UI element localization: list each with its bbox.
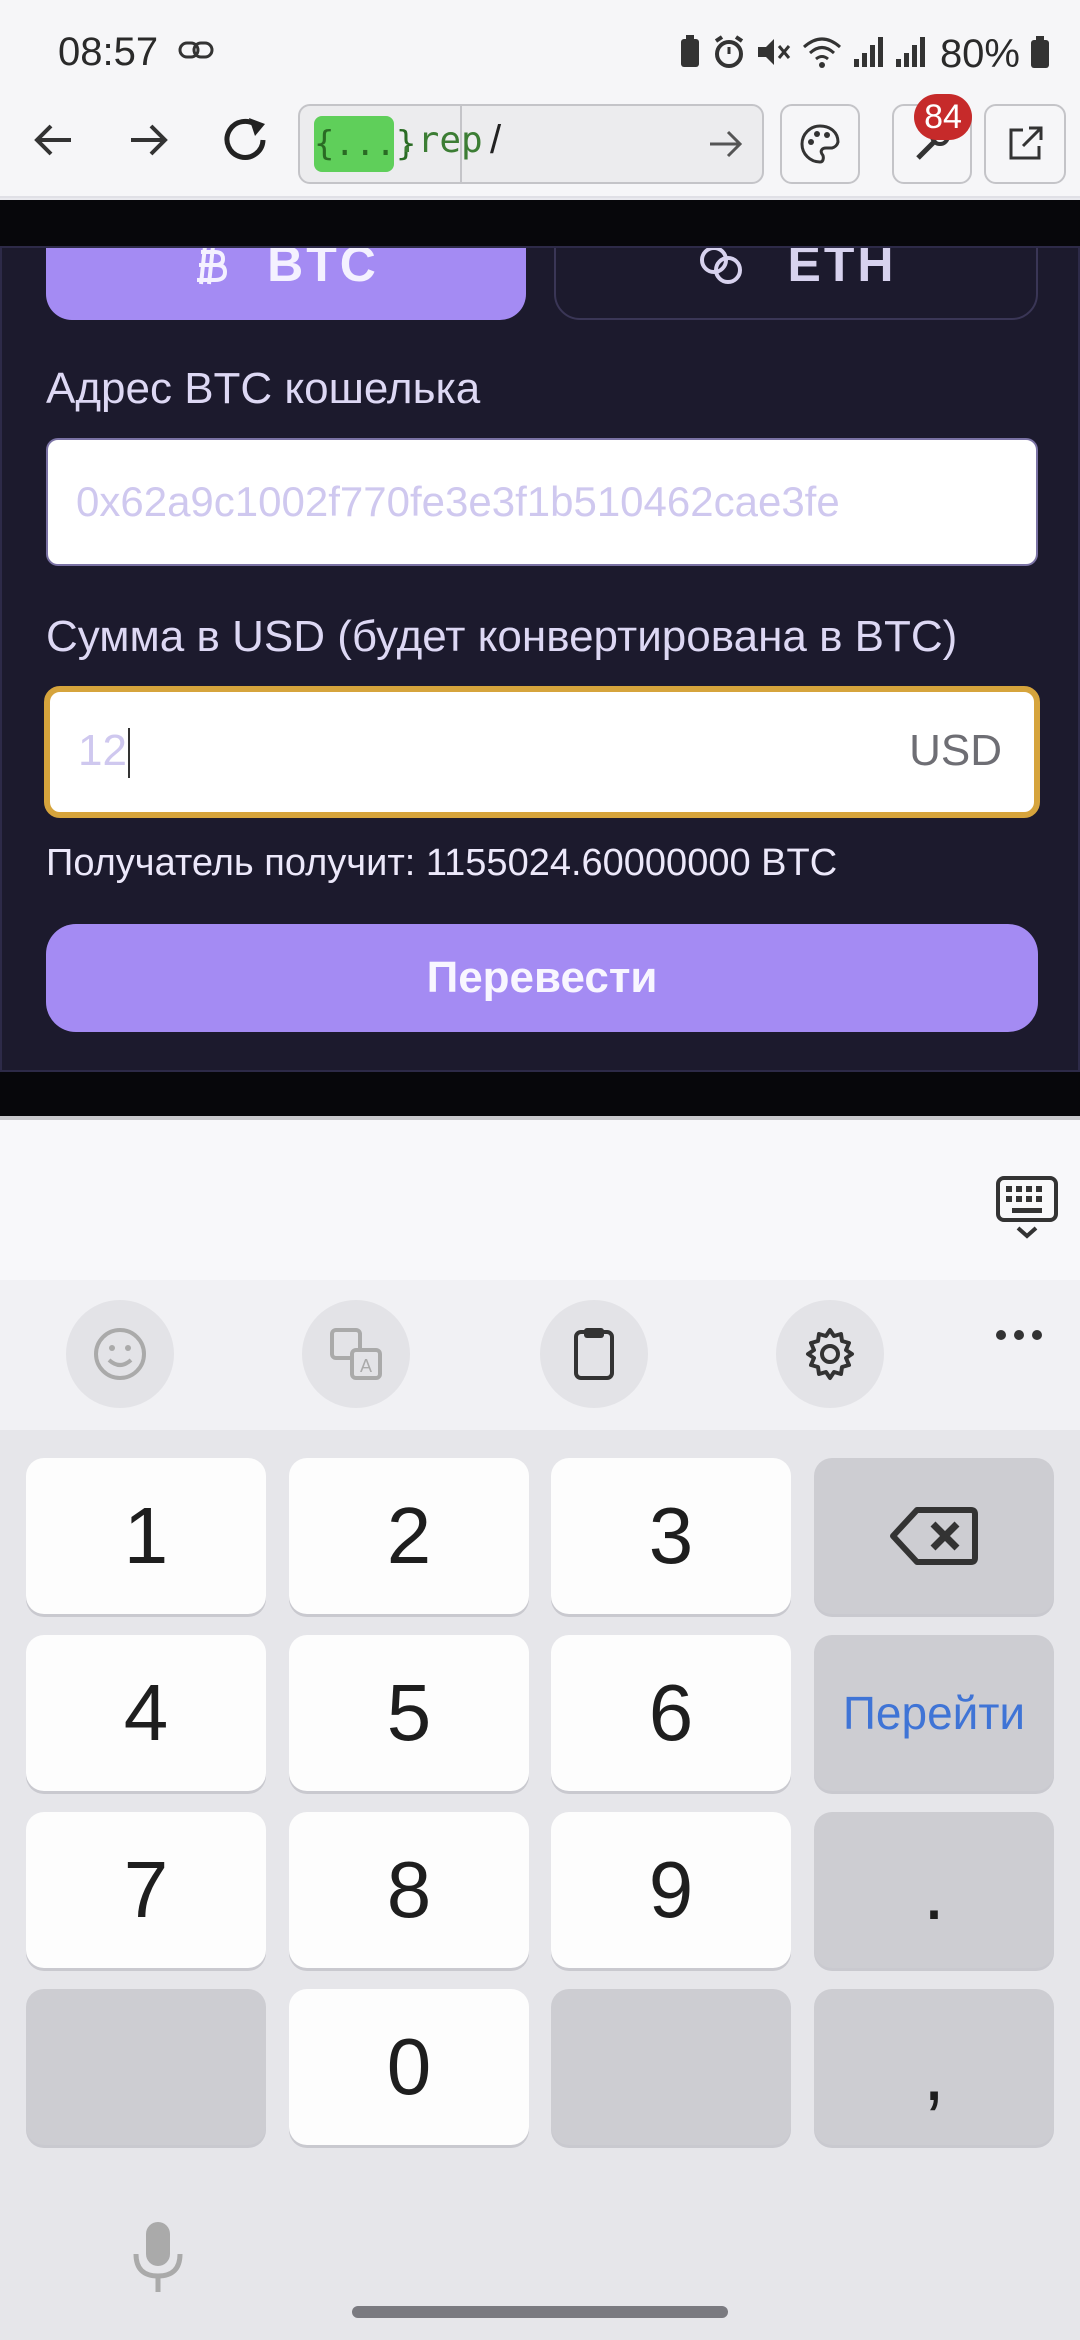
back-button[interactable] — [18, 108, 88, 172]
translate-icon: A — [330, 1328, 382, 1380]
tab-eth[interactable]: ETH — [554, 248, 1038, 320]
status-bar: 08:57 80% — [0, 0, 1080, 100]
battery-percent: 80% — [939, 32, 1020, 76]
more-options-icon[interactable] — [994, 1328, 1044, 1347]
wifi-icon — [802, 35, 842, 74]
open-external-button[interactable] — [984, 104, 1066, 184]
keyboard-hide-icon[interactable] — [996, 1176, 1058, 1247]
url-path[interactable]: / — [490, 118, 501, 163]
key-2[interactable]: 2 — [289, 1458, 529, 1614]
url-go-icon[interactable] — [706, 122, 746, 171]
transfer-button[interactable]: Перевести — [46, 924, 1038, 1032]
text-caret — [127, 728, 130, 779]
amount-input[interactable]: 12 USD — [44, 686, 1040, 818]
transfer-card: BTC ETH Адрес BTC кошелька 0x62a9c1002f7… — [0, 246, 1080, 1072]
site-favicon: {...} — [314, 116, 416, 172]
tab-btc-label: BTC — [267, 248, 379, 292]
microphone-icon[interactable] — [130, 2220, 186, 2301]
key-blank-2[interactable] — [551, 1989, 791, 2145]
key-period[interactable]: . — [814, 1812, 1054, 1968]
key-7[interactable]: 7 — [26, 1812, 266, 1968]
currency-suffix: USD — [909, 726, 1002, 775]
tab-eth-label: ETH — [787, 248, 897, 292]
signal-icon — [852, 35, 884, 74]
amount-value: 12 — [78, 726, 127, 775]
url-divider — [460, 106, 462, 182]
receiver-amount-text: Получатель получит: 1155024.60000000 BTC — [46, 842, 838, 884]
key-0[interactable]: 0 — [289, 1989, 529, 2145]
gear-icon — [806, 1328, 854, 1380]
svg-text:A: A — [360, 1356, 372, 1376]
palette-icon — [800, 124, 840, 164]
keyboard-top-area — [0, 1120, 1080, 1280]
battery-saver-icon — [678, 35, 702, 74]
link-icon — [178, 40, 214, 65]
notification-badge: 84 — [914, 94, 972, 140]
key-4[interactable]: 4 — [26, 1635, 266, 1791]
key-5[interactable]: 5 — [289, 1635, 529, 1791]
key-9[interactable]: 9 — [551, 1812, 791, 1968]
amount-label: Сумма в USD (будет конвертирована в BTC) — [46, 612, 958, 661]
key-blank[interactable] — [26, 1989, 266, 2145]
backspace-icon — [890, 1507, 978, 1565]
home-indicator — [352, 2306, 728, 2318]
web-content: BTC ETH Адрес BTC кошелька 0x62a9c1002f7… — [0, 200, 1080, 1118]
forward-button[interactable] — [114, 108, 184, 172]
theme-button[interactable] — [780, 104, 860, 184]
emoji-button[interactable] — [66, 1300, 174, 1408]
bitcoin-icon — [197, 248, 228, 285]
go-key[interactable]: Перейти — [814, 1635, 1054, 1791]
key-8[interactable]: 8 — [289, 1812, 529, 1968]
emoji-icon — [94, 1328, 146, 1380]
url-bar[interactable]: {...} .rep / — [298, 104, 764, 184]
key-comma[interactable]: , — [814, 1989, 1054, 2145]
signal-icon-2 — [894, 35, 926, 74]
keyboard-toolbar: A — [0, 1280, 1080, 1430]
key-3[interactable]: 3 — [551, 1458, 791, 1614]
amount-value-wrapper: 12 — [78, 726, 130, 779]
settings-button[interactable] — [776, 1300, 884, 1408]
backspace-key[interactable] — [814, 1458, 1054, 1614]
arrow-left-icon — [34, 124, 71, 156]
arrow-right-icon — [131, 124, 168, 156]
alarm-icon — [712, 35, 746, 74]
address-input[interactable]: 0x62a9c1002f770fe3e3f1b510462cae3fe — [46, 438, 1038, 566]
status-icons: 80% — [678, 32, 1050, 77]
url-host: .rep — [396, 120, 483, 161]
clipboard-button[interactable] — [540, 1300, 648, 1408]
key-1[interactable]: 1 — [26, 1458, 266, 1614]
key-6[interactable]: 6 — [551, 1635, 791, 1791]
coins-icon — [699, 248, 742, 284]
tab-btc[interactable]: BTC — [46, 248, 526, 320]
card-inner: BTC ETH Адрес BTC кошелька 0x62a9c1002f7… — [2, 248, 1078, 1074]
page-top-strip — [0, 200, 1080, 246]
reload-icon — [224, 118, 266, 160]
reload-button[interactable] — [210, 108, 280, 172]
mute-icon — [756, 35, 792, 74]
address-label: Адрес BTC кошелька — [46, 364, 481, 413]
status-time: 08:57 — [58, 30, 159, 74]
battery-icon — [1030, 35, 1050, 74]
external-link-icon — [1009, 126, 1043, 160]
translate-button[interactable]: A — [302, 1300, 410, 1408]
clipboard-icon — [574, 1328, 614, 1380]
